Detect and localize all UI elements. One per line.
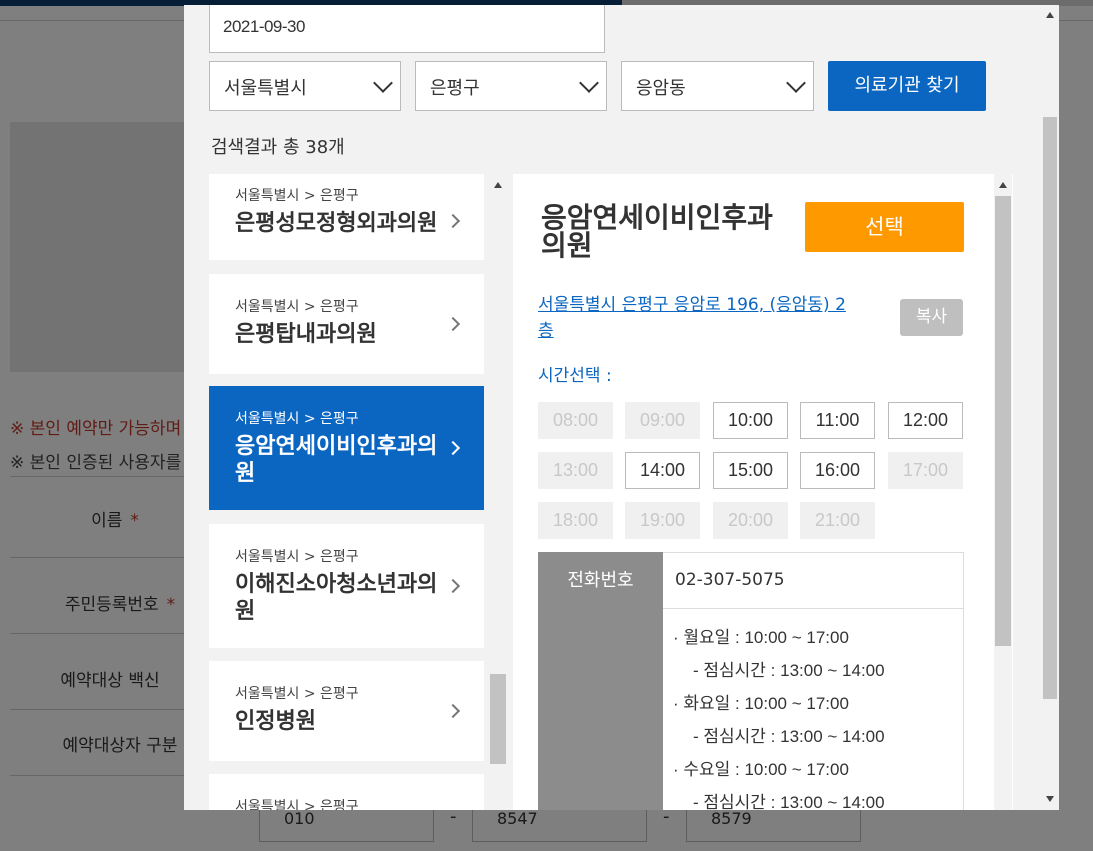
chevron-down-icon xyxy=(579,73,599,93)
list-item-location: 서울특별시 > 은평구 xyxy=(235,799,359,810)
result-count: 검색결과 총 38개 xyxy=(211,137,345,158)
list-scrollbar[interactable] xyxy=(489,174,507,766)
time-slot: 08:00 xyxy=(538,402,613,439)
time-slot[interactable]: 11:00 xyxy=(800,402,875,439)
find-hospital-button[interactable]: 의료기관 찾기 xyxy=(828,61,986,111)
scroll-up-icon[interactable] xyxy=(1046,12,1054,18)
time-slot[interactable]: 16:00 xyxy=(800,452,875,489)
scroll-up-icon[interactable] xyxy=(494,182,502,188)
list-item-location: 서울특별시 > 은평구 xyxy=(235,549,359,565)
district-select-value: 은평구 xyxy=(430,78,480,99)
time-slot: 17:00 xyxy=(888,452,963,489)
hours-line: - 점심시간 : 13:00 ~ 14:00 xyxy=(693,661,885,680)
detail-title: 응암연세이비인후과의원 xyxy=(541,201,773,262)
scroll-down-icon[interactable] xyxy=(1046,796,1054,802)
time-select-label: 시간선택 : xyxy=(538,366,612,386)
time-slot[interactable]: 10:00 xyxy=(713,402,788,439)
hospital-detail: 응암연세이비인후과의원 선택 서울특별시 은평구 응암로 196, (응암동) … xyxy=(513,174,1013,810)
hours-line: - 점심시간 : 13:00 ~ 14:00 xyxy=(693,727,885,746)
chevron-right-icon xyxy=(445,316,461,332)
hospital-list: 서울특별시 > 은평구 은평성모정형외과의원 서울특별시 > 은평구 은평탑내과… xyxy=(209,174,484,810)
list-item[interactable]: 서울특별시 > 은평구 인정병원 xyxy=(209,661,484,761)
hours-value: · 월요일 : 10:00 ~ 17:00 - 점심시간 : 13:00 ~ 1… xyxy=(663,608,964,810)
modal-scroll-thumb[interactable] xyxy=(1043,117,1057,699)
chevron-right-icon xyxy=(445,703,461,719)
city-select-value: 서울특별시 xyxy=(224,78,307,99)
list-item-location: 서울특별시 > 은평구 xyxy=(235,686,359,702)
date-input[interactable]: 2021-09-30 xyxy=(209,5,605,53)
list-item-location: 서울특별시 > 은평구 xyxy=(235,411,359,427)
list-item[interactable]: 서울특별시 > 은평구 xyxy=(209,774,484,810)
chevron-right-icon xyxy=(445,440,461,456)
hours-line: · 수요일 : 10:00 ~ 17:00 xyxy=(673,760,849,779)
list-item-name: 은평탑내과의원 xyxy=(235,322,377,347)
list-item[interactable]: 서울특별시 > 은평구 은평성모정형외과의원 xyxy=(209,174,484,260)
city-select[interactable]: 서울특별시 xyxy=(209,61,401,111)
chevron-right-icon xyxy=(445,213,461,229)
district-select[interactable]: 은평구 xyxy=(415,61,607,111)
chevron-down-icon xyxy=(786,73,806,93)
list-item-name: 이해진소아청소년과의원 xyxy=(235,572,438,624)
phone-label: 전화번호 xyxy=(538,552,663,609)
phone-value: 02-307-5075 xyxy=(663,552,964,609)
modal-scrollbar[interactable] xyxy=(1041,5,1059,810)
hours-line: · 월요일 : 10:00 ~ 17:00 xyxy=(673,628,849,647)
chevron-down-icon xyxy=(373,73,393,93)
detail-scrollbar[interactable] xyxy=(994,174,1012,810)
hours-line: - 점심시간 : 13:00 ~ 14:00 xyxy=(693,793,885,810)
list-item-location: 서울특별시 > 은평구 xyxy=(235,188,359,204)
time-slot: 18:00 xyxy=(538,502,613,539)
time-slot[interactable]: 12:00 xyxy=(888,402,963,439)
detail-scroll-thumb[interactable] xyxy=(995,196,1011,646)
list-item-name: 은평성모정형외과의원 xyxy=(235,211,438,236)
scroll-up-icon[interactable] xyxy=(999,182,1007,188)
address-link[interactable]: 서울특별시 은평구 응암로 196, (응암동) 2층 xyxy=(538,292,858,344)
list-item[interactable]: 서울특별시 > 은평구 은평탑내과의원 xyxy=(209,274,484,374)
chevron-right-icon xyxy=(445,578,461,594)
list-item-name: 인정병원 xyxy=(235,709,316,734)
list-scroll-thumb[interactable] xyxy=(490,674,506,764)
dong-select-value: 응암동 xyxy=(636,78,686,99)
time-slot: 20:00 xyxy=(713,502,788,539)
time-slot: 13:00 xyxy=(538,452,613,489)
hours-label xyxy=(538,609,663,810)
time-slot: 09:00 xyxy=(625,402,700,439)
copy-button[interactable]: 복사 xyxy=(900,299,963,336)
time-slot[interactable]: 15:00 xyxy=(713,452,788,489)
dong-select[interactable]: 응암동 xyxy=(621,61,814,111)
select-button[interactable]: 선택 xyxy=(805,202,964,252)
list-item-selected[interactable]: 서울특별시 > 은평구 응암연세이비인후과의원 xyxy=(209,386,484,510)
list-item-name: 응암연세이비인후과의원 xyxy=(235,434,438,486)
list-item[interactable]: 서울특별시 > 은평구 이해진소아청소년과의원 xyxy=(209,524,484,648)
time-slot[interactable]: 14:00 xyxy=(625,452,700,489)
time-slot: 19:00 xyxy=(625,502,700,539)
list-item-location: 서울특별시 > 은평구 xyxy=(235,299,359,315)
time-slot: 21:00 xyxy=(800,502,875,539)
hours-line: · 화요일 : 10:00 ~ 17:00 xyxy=(673,694,849,713)
hospital-search-modal: 2021-09-30 서울특별시 은평구 응암동 의료기관 찾기 검색결과 총 … xyxy=(184,5,1059,810)
